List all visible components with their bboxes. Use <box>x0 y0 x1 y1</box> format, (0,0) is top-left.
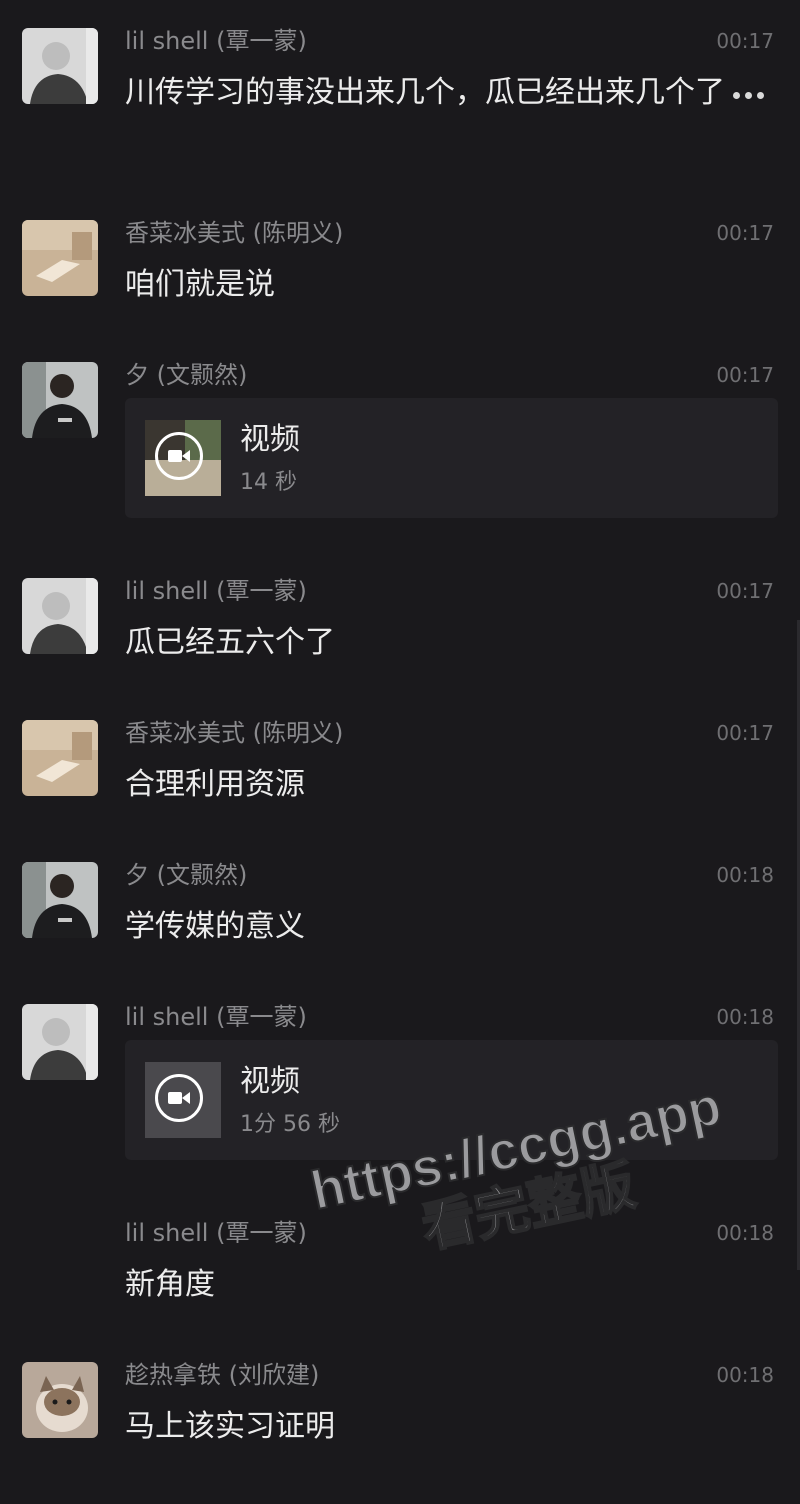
message-text: 学传媒的意义 <box>125 909 305 944</box>
avatar[interactable] <box>22 362 98 438</box>
sender-name: 香菜冰美式 (陈明义) <box>125 719 344 747</box>
sender-name: 趁热拿铁 (刘欣建) <box>125 1361 320 1389</box>
message-text: 咱们就是说 <box>125 267 275 302</box>
sender-name: lil shell (覃一蒙) <box>125 577 307 605</box>
message-text: 瓜已经五六个了 <box>125 625 335 660</box>
avatar[interactable] <box>22 1362 98 1438</box>
sender-name: lil shell (覃一蒙) <box>125 1219 307 1247</box>
avatar[interactable] <box>22 28 98 104</box>
message-time: 00:18 <box>716 1005 774 1029</box>
message-time: 00:18 <box>716 863 774 887</box>
video-message-card[interactable]: 视频 14 秒 <box>125 398 778 518</box>
avatar[interactable] <box>22 862 98 938</box>
message-text: 川传学习的事没出来几个，瓜已经出来几个了 <box>125 75 725 110</box>
video-play-icon <box>155 432 203 480</box>
message-time: 00:17 <box>716 579 774 603</box>
avatar[interactable] <box>22 578 98 654</box>
message-time: 00:17 <box>716 221 774 245</box>
video-title: 视频 <box>240 422 300 457</box>
video-duration: 14 秒 <box>240 470 297 495</box>
video-play-icon <box>155 1074 203 1122</box>
video-thumbnail <box>145 420 221 496</box>
sender-name: 夕 (文颢然) <box>125 361 248 389</box>
avatar[interactable] <box>22 1004 98 1080</box>
video-title: 视频 <box>240 1064 300 1099</box>
sender-name: lil shell (覃一蒙) <box>125 27 307 55</box>
sender-name: 夕 (文颢然) <box>125 861 248 889</box>
sender-name: 香菜冰美式 (陈明义) <box>125 219 344 247</box>
message-time: 00:17 <box>716 363 774 387</box>
video-duration: 1分 56 秒 <box>240 1112 340 1137</box>
video-thumbnail <box>145 1062 221 1138</box>
message-time: 00:18 <box>716 1363 774 1387</box>
message-time: 00:17 <box>716 29 774 53</box>
message-text: 马上该实习证明 <box>125 1409 335 1444</box>
message-time: 00:17 <box>716 721 774 745</box>
sender-name: lil shell (覃一蒙) <box>125 1003 307 1031</box>
avatar[interactable] <box>22 220 98 296</box>
message-text: 合理利用资源 <box>125 767 305 802</box>
avatar[interactable] <box>22 720 98 796</box>
